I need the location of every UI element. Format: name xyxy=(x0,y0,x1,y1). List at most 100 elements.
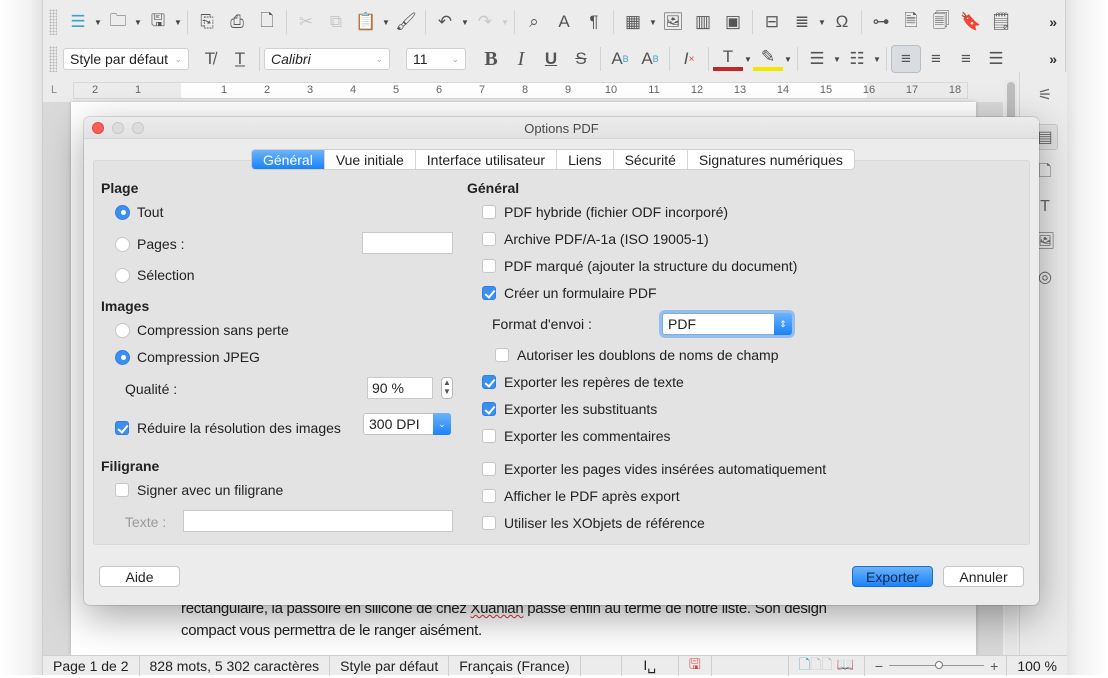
jpeg-compression-option[interactable]: Compression JPEG xyxy=(115,349,260,365)
update-style-icon[interactable]: T̸ xyxy=(195,45,225,73)
reduce-resolution-option[interactable]: Réduire la résolution des images xyxy=(115,420,341,436)
formatting-marks-icon[interactable]: ¶ xyxy=(579,8,609,36)
tagged-pdf-checkbox[interactable] xyxy=(482,259,496,273)
zoom-slider[interactable] xyxy=(889,661,985,669)
resolution-select[interactable]: 300 DPI ⌄ xyxy=(363,413,451,435)
chevron-down-icon[interactable]: ▼ xyxy=(381,18,391,27)
chevron-down-icon[interactable]: ▼ xyxy=(783,55,793,64)
cut-icon[interactable]: ✂ xyxy=(291,8,321,36)
page-style[interactable]: Style par défaut xyxy=(330,655,450,676)
toolbar-overflow-button[interactable]: » xyxy=(1049,14,1057,30)
word-count[interactable]: 828 mots, 5 302 caractères xyxy=(140,655,331,676)
font-color-icon[interactable]: T xyxy=(713,47,743,71)
pages-input[interactable] xyxy=(362,232,453,254)
numbered-list-icon[interactable]: ☷ xyxy=(842,45,872,73)
insert-hyperlink-icon[interactable]: ⊶ xyxy=(866,8,896,36)
insert-endnote-icon[interactable]: 🗐 xyxy=(926,8,956,36)
find-replace-icon[interactable]: ⌕ xyxy=(519,8,549,36)
export-button[interactable]: Exporter xyxy=(852,566,933,587)
cancel-button[interactable]: Annuler xyxy=(943,566,1024,587)
strikethrough-button[interactable]: S xyxy=(566,45,596,73)
superscript-icon[interactable]: AB xyxy=(605,45,635,73)
quality-input[interactable]: 90 % xyxy=(367,377,433,399)
font-name-combo[interactable]: Calibri ⌄ xyxy=(264,48,390,70)
range-all-option[interactable]: Tout xyxy=(115,204,163,220)
chevron-down-icon[interactable]: ▼ xyxy=(817,18,827,27)
range-pages-option[interactable]: Pages : xyxy=(115,236,184,252)
insert-page-break-icon[interactable]: ⊟ xyxy=(757,8,787,36)
toolbar-overflow-button[interactable]: » xyxy=(1049,51,1057,67)
hybrid-pdf-checkbox[interactable] xyxy=(482,205,496,219)
clear-formatting-icon[interactable]: I × xyxy=(674,45,704,73)
export-placeholders-option[interactable]: Exporter les substituants xyxy=(482,401,657,417)
new-style-icon[interactable]: T̲ xyxy=(225,45,255,73)
archive-pdfa-checkbox[interactable] xyxy=(482,232,496,246)
dialog-titlebar[interactable]: Options PDF xyxy=(84,117,1039,139)
chevron-down-icon[interactable]: ▼ xyxy=(500,18,510,27)
export-placeholders-checkbox[interactable] xyxy=(482,402,496,416)
tab-general[interactable]: Général xyxy=(252,150,325,169)
print-icon[interactable]: ⎙ xyxy=(222,8,252,36)
sidebar-toggle-icon[interactable]: ☰ xyxy=(63,8,93,36)
sign-watermark-checkbox[interactable] xyxy=(115,483,129,497)
copy-icon[interactable]: ⧉ xyxy=(321,8,351,36)
zoom-level[interactable]: 100 % xyxy=(1006,655,1067,676)
insert-table-icon[interactable]: ▦ xyxy=(618,8,648,36)
insert-textbox-icon[interactable]: ▣ xyxy=(718,8,748,36)
allow-duplicates-option[interactable]: Autoriser les doublons de noms de champ xyxy=(495,347,778,363)
bullet-list-icon[interactable]: ☰ xyxy=(802,45,832,73)
export-comments-checkbox[interactable] xyxy=(482,429,496,443)
archive-pdfa-option[interactable]: Archive PDF/A-1a (ISO 19005-1) xyxy=(482,231,709,247)
help-button[interactable]: Aide xyxy=(99,566,180,587)
scrollbar-thumb[interactable] xyxy=(1007,82,1015,122)
font-size-combo[interactable]: 11 ⌄ xyxy=(406,48,466,70)
spelling-icon[interactable]: A xyxy=(549,8,579,36)
paste-icon[interactable]: 📋 xyxy=(351,8,381,36)
export-pdf-icon[interactable]: ⎘ xyxy=(192,8,222,36)
range-pages-radio[interactable] xyxy=(115,236,130,252)
chevron-down-icon[interactable]: ▼ xyxy=(648,18,658,27)
toolbar-grip[interactable] xyxy=(49,46,57,72)
justify-icon[interactable]: ☰ xyxy=(981,45,1011,73)
toolbar-grip[interactable] xyxy=(49,9,57,35)
language[interactable]: Français (France) xyxy=(449,655,581,676)
tab-stop-selector[interactable]: L xyxy=(51,84,57,96)
bold-button[interactable]: B xyxy=(476,45,506,73)
view-layout-icons[interactable]: 🗋 🗋🗋 📖 xyxy=(789,655,865,676)
zoom-in-button[interactable]: + xyxy=(990,658,998,674)
zoom-out-button[interactable]: − xyxy=(875,658,883,674)
insert-chart-icon[interactable]: ▥ xyxy=(688,8,718,36)
open-folder-icon[interactable]: 🗀 xyxy=(103,8,133,36)
tab-initial-view[interactable]: Vue initiale xyxy=(325,150,416,169)
document-modified-icon[interactable]: 🖫 xyxy=(679,655,712,676)
sidebar-settings-icon[interactable]: ⚟ xyxy=(1032,82,1058,108)
insert-comment-icon[interactable]: 🗒 xyxy=(986,8,1016,36)
export-bookmarks-checkbox[interactable] xyxy=(482,375,496,389)
chevron-down-icon[interactable]: ▼ xyxy=(872,55,882,64)
insert-field-icon[interactable]: ≣ xyxy=(787,8,817,36)
view-after-export-checkbox[interactable] xyxy=(482,489,496,503)
tagged-pdf-option[interactable]: PDF marqué (ajouter la structure du docu… xyxy=(482,258,797,274)
paragraph-style-combo[interactable]: Style par défaut ⌄ xyxy=(63,48,189,70)
special-character-icon[interactable]: Ω xyxy=(827,8,857,36)
insert-mode-icon[interactable]: I␣ xyxy=(620,655,679,676)
save-icon[interactable]: 🖫 xyxy=(143,8,173,36)
align-right-icon[interactable]: ≡ xyxy=(951,45,981,73)
lossless-compression-option[interactable]: Compression sans perte xyxy=(115,322,289,338)
insert-image-icon[interactable]: 🖼 xyxy=(658,8,688,36)
redo-icon[interactable]: ↷ xyxy=(470,8,500,36)
range-selection-option[interactable]: Sélection xyxy=(115,267,195,283)
chevron-down-icon[interactable]: ▼ xyxy=(133,18,143,27)
align-center-icon[interactable]: ≡ xyxy=(921,45,951,73)
lossless-compression-radio[interactable] xyxy=(115,322,130,338)
align-left-icon[interactable]: ≡ xyxy=(891,45,921,73)
jpeg-compression-radio[interactable] xyxy=(115,349,130,365)
highlight-color-icon[interactable]: ✎ xyxy=(753,47,783,71)
reduce-resolution-checkbox[interactable] xyxy=(115,421,129,435)
tab-user-interface[interactable]: Interface utilisateur xyxy=(416,150,558,169)
watermark-text-input[interactable] xyxy=(183,510,453,532)
reference-xobjects-option[interactable]: Utiliser les XObjets de référence xyxy=(482,515,705,531)
subscript-icon[interactable]: AB xyxy=(635,45,665,73)
hybrid-pdf-option[interactable]: PDF hybride (fichier ODF incorporé) xyxy=(482,204,728,220)
chevron-down-icon[interactable]: ▼ xyxy=(743,55,753,64)
